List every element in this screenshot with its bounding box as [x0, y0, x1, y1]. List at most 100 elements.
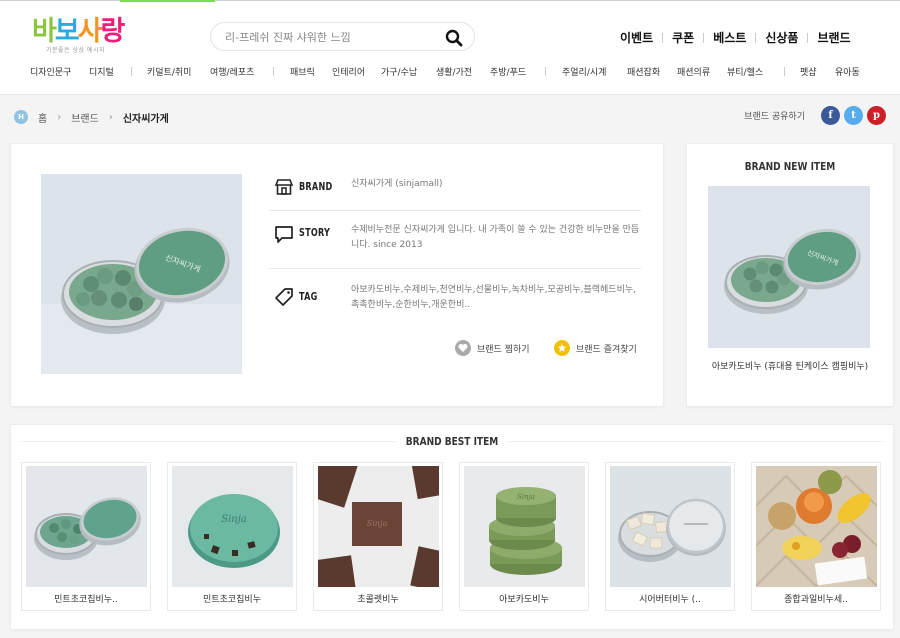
pinterest-share-button[interactable]: p: [867, 106, 886, 125]
product-name: 아보카도비누: [499, 595, 549, 605]
product-name: 초콜렛비누: [357, 595, 399, 605]
breadcrumb-current: 신자씨가게: [122, 113, 169, 125]
product-name: 시어버터비누 (..: [639, 595, 701, 605]
category-item[interactable]: 인테리어: [332, 65, 365, 78]
menu-divider: [807, 32, 809, 43]
brand-new-item-card: BRAND NEW ITEM 신자씨가게 아보카도비누 (휴대용 틴케이스 캠핑…: [686, 143, 894, 407]
tag-icon: [274, 287, 294, 307]
product-card[interactable]: 종합과일비누세..: [751, 462, 881, 611]
menu-best[interactable]: 베스트: [713, 29, 746, 46]
product-image: Sinja: [464, 466, 585, 587]
category-item[interactable]: 뷰티/헬스: [727, 65, 763, 78]
logo-char-1: 바: [32, 16, 57, 47]
star-icon: [554, 340, 570, 356]
new-item-image[interactable]: 신자씨가게: [708, 186, 870, 348]
menu-divider: [703, 32, 705, 43]
product-image: [756, 466, 877, 587]
top-accent-bar: [120, 0, 215, 2]
product-image: [610, 466, 731, 587]
brand-best-item-section: BRAND BEST ITEM 민트초코칩비누.. Sinja 민트초코칩비누 …: [10, 424, 894, 630]
product-name: 민트초코칩비누..: [54, 595, 118, 605]
category-item[interactable]: 디자인문구: [30, 65, 71, 78]
menu-event[interactable]: 이벤트: [620, 29, 653, 46]
logo-char-4: 랑: [100, 16, 126, 47]
brand-image: 신자씨가게: [41, 174, 242, 374]
breadcrumb-home[interactable]: 홈: [38, 110, 47, 125]
search-input[interactable]: [225, 28, 440, 46]
product-card[interactable]: Sinja 아보카도비누: [459, 462, 589, 611]
heart-icon: [455, 340, 471, 356]
tag-value: 아보카도비누,수제비누,천연비누,선물비누,녹차비누,모공비누,블랙헤드비누,촉…: [351, 285, 636, 310]
chevron-right-icon: ›: [57, 111, 62, 123]
category-item[interactable]: 가구/수납: [381, 65, 417, 78]
menu-divider: [755, 32, 757, 43]
category-item[interactable]: 생활/가전: [436, 65, 472, 78]
best-item-title: BRAND BEST ITEM: [405, 435, 499, 448]
logo-char-3: 사: [77, 16, 103, 47]
new-item-name[interactable]: 아보카도비누 (휴대용 틴케이스 캠핑비누): [687, 359, 893, 372]
category-nav: 디자인문구 디지털 키덜트/취미 여행/레포츠 패브릭 인테리어 가구/수납 생…: [30, 65, 880, 79]
category-item[interactable]: 패션잡화: [627, 65, 660, 78]
product-card[interactable]: Sinja 민트초코칩비누: [167, 462, 297, 611]
menu-brand[interactable]: 브랜드: [817, 29, 850, 46]
share-label: 브랜드 공유하기: [744, 112, 805, 122]
brand-share: 브랜드 공유하기 f t p: [744, 106, 886, 125]
category-item[interactable]: 펫샵: [800, 65, 817, 78]
tag-label: TAG: [299, 290, 318, 303]
product-card[interactable]: 시어버터비누 (..: [605, 462, 735, 611]
logo-subtitle: 기분좋은 상상 예시지: [46, 47, 105, 54]
new-item-title: BRAND NEW ITEM: [744, 160, 836, 173]
category-divider: [784, 67, 785, 76]
category-item[interactable]: 패브릭: [290, 65, 315, 78]
category-item[interactable]: 여행/레포츠: [210, 65, 254, 78]
category-item[interactable]: 키덜트/취미: [147, 65, 191, 78]
brand-row: BRAND 신자씨가게 (sinjamall): [269, 169, 641, 211]
svg-text:Sinja: Sinja: [367, 519, 388, 528]
story-row: STORY 수제비누전문 신자씨가게 입니다. 내 가족이 쓸 수 있는 건강한…: [269, 211, 641, 269]
facebook-share-button[interactable]: f: [821, 106, 840, 125]
category-item[interactable]: 주방/푸드: [490, 65, 526, 78]
product-image: Sinja: [172, 466, 293, 587]
home-icon[interactable]: H: [14, 110, 28, 124]
category-item[interactable]: 유아동: [835, 65, 860, 78]
brand-like-label: 브랜드 찜하기: [477, 344, 530, 355]
speech-bubble-icon: [274, 224, 294, 244]
menu-coupon[interactable]: 쿠폰: [672, 29, 694, 46]
brand-favorite-button[interactable]: 브랜드 즐겨찾기: [554, 340, 637, 356]
category-divider: [131, 67, 132, 76]
svg-text:Sinja: Sinja: [517, 493, 535, 501]
breadcrumb-brand[interactable]: 브랜드: [71, 110, 99, 125]
category-divider: [545, 67, 546, 76]
product-card[interactable]: Sinja 초콜렛비누: [313, 462, 443, 611]
product-card[interactable]: 민트초코칩비누..: [21, 462, 151, 611]
product-name: 민트초코칩비누: [203, 595, 261, 605]
category-item[interactable]: 패션의류: [677, 65, 710, 78]
search-box: [210, 22, 475, 51]
brand-label: BRAND: [299, 180, 333, 193]
product-image: [26, 466, 147, 587]
store-icon: [274, 177, 294, 197]
category-item[interactable]: 주얼리/시계: [562, 65, 606, 78]
brand-value: 신자씨가게 (sinjamall): [351, 179, 443, 189]
tag-row: TAG 아보카도비누,수제비누,천연비누,선물비누,녹차비누,모공비누,블랙헤드…: [269, 269, 641, 331]
twitter-share-button[interactable]: t: [844, 106, 863, 125]
menu-new[interactable]: 신상품: [765, 29, 798, 46]
brand-like-button[interactable]: 브랜드 찜하기: [455, 340, 530, 356]
brand-info-card: 신자씨가게 BRAND 신자씨가게 (sinjamall) STORY 수제비누…: [10, 143, 664, 407]
product-image: Sinja: [318, 466, 439, 587]
menu-divider: [662, 32, 664, 43]
search-icon[interactable]: [445, 29, 463, 47]
svg-text:Sinja: Sinja: [221, 514, 247, 525]
site-logo[interactable]: 바보사랑 기분좋은 상상 예시지: [32, 17, 157, 59]
breadcrumb: H 홈 › 브랜드 › 신자씨가게: [14, 108, 169, 126]
logo-wordmark: 바보사랑: [32, 17, 157, 47]
logo-char-2: 보: [54, 16, 80, 47]
top-menu: 이벤트 쿠폰 베스트 신상품 브랜드: [620, 29, 851, 46]
category-divider: [273, 67, 274, 76]
story-label: STORY: [299, 226, 331, 239]
story-value: 수제비누전문 신자씨가게 입니다. 내 가족이 쓸 수 있는 건강한 비누만을 …: [351, 225, 640, 250]
product-name: 종합과일비누세..: [784, 595, 848, 605]
site-header: 바보사랑 기분좋은 상상 예시지 이벤트 쿠폰 베스트 신상품 브랜드 디자인문…: [0, 0, 900, 95]
category-item[interactable]: 디지털: [89, 65, 114, 78]
chevron-right-icon: ›: [108, 111, 113, 123]
